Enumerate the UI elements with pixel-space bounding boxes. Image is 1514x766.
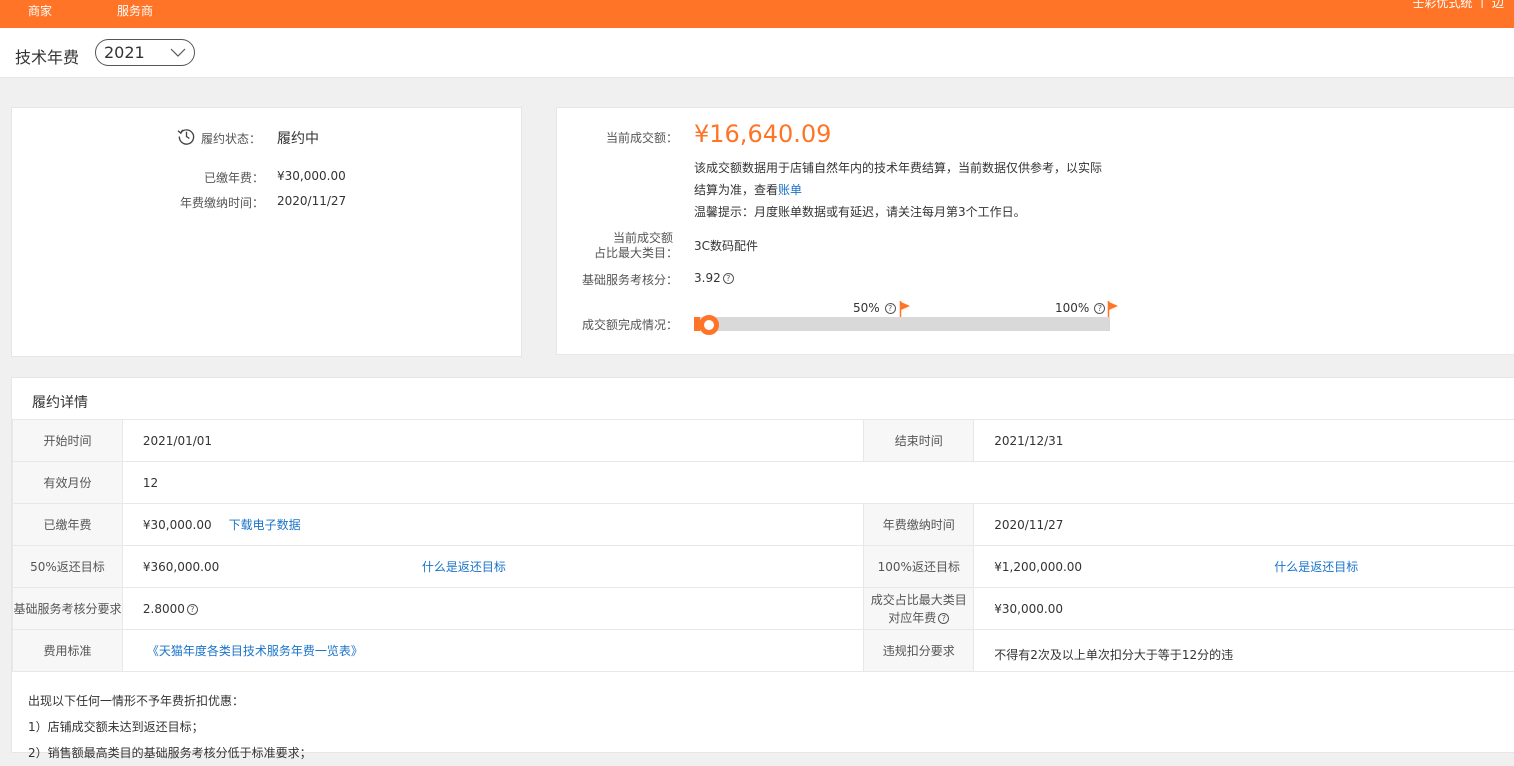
notes-item: 2）销售额最高类目的基础服务考核分低于标准要求； [28,740,312,766]
valid-months-value: 12 [122,462,1514,504]
violation-key: 违规扣分要求 [864,630,974,672]
category-fee-key-line2: 对应年费? [864,609,973,627]
what-is-target-link[interactable]: 什么是返还目标 [422,560,506,574]
table-row: 费用标准 《天猫年度各类目技术服务年费一览表》 违规扣分要求 不得有2次及以上单… [13,630,1514,672]
start-time-key: 开始时间 [13,420,123,462]
valid-months-key: 有效月份 [13,462,123,504]
amount-value: ¥16,640.09 [694,120,831,148]
category-fee-value: ¥30,000.00 [974,588,1514,630]
year-select[interactable]: 2021 [95,39,195,66]
pay-date-value: 2020/11/27 [277,194,346,208]
progress-handle [699,315,719,335]
category-fee-key-text: 对应年费 [888,611,936,625]
table-row: 已缴年费 ¥30,000.00 下载电子数据 年费缴纳时间 2020/11/27 [13,504,1514,546]
flag-100-icon [1107,301,1119,317]
violation-value: 不得有2次及以上单次扣分大于等于12分的违规 [994,645,1234,665]
status-card: 履约状态： 履约中 已缴年费： ¥30,000.00 年费缴纳时间： 2020/… [11,107,522,357]
category-fee-key: 成交占比最大类目对应年费? [864,588,974,630]
pay-date-key: 年费缴纳时间 [864,504,974,546]
help-icon[interactable]: ? [885,303,896,314]
year-select-value: 2021 [104,43,145,62]
what-is-target-link[interactable]: 什么是返还目标 [1274,560,1358,574]
table-row: 基础服务考核分要求 2.8000? 成交占比最大类目对应年费? ¥30,000.… [13,588,1514,630]
amount-desc-tip: 温馨提示：月度账单数据或有延迟，请关注每月第3个工作日。 [694,203,1026,220]
top-nav-bar: 商家 服务商 壬彩优式统 丨 边 [0,0,1514,28]
amount-desc-prefix: 结算为准，查看 [694,183,778,197]
target-100-cell: ¥1,200,000.00什么是返还目标 [974,546,1514,588]
detail-table: 开始时间 2021/01/01 结束时间 2021/12/31 有效月份 12 … [12,419,1514,672]
category-label-line2: 占比最大类目： [557,244,678,261]
top-right-links[interactable]: 壬彩优式统 丨 边 [1412,0,1504,11]
category-fee-key-line1: 成交占比最大类目 [864,591,973,609]
paid-fee-key: 已缴年费 [13,504,123,546]
download-data-link[interactable]: 下载电子数据 [229,518,301,532]
score-number: 3.92 [694,271,721,285]
table-row: 有效月份 12 [13,462,1514,504]
progress-track [694,317,1110,331]
paid-fee-value: ¥30,000.00 [277,169,346,183]
table-row: 50%返还目标 ¥360,000.00什么是返还目标 100%返还目标 ¥1,2… [13,546,1514,588]
fee-standard-key: 费用标准 [13,630,123,672]
notes-item: 1）店铺成交额未达到返还目标； [28,714,312,740]
amount-label: 当前成交额： [557,129,678,146]
score-req-key: 基础服务考核分要求 [13,588,123,630]
score-label: 基础服务考核分： [557,271,678,288]
violation-cell: 不得有2次及以上单次扣分大于等于12分的违规 [974,630,1514,672]
help-icon[interactable]: ? [723,273,734,284]
tab-merchant[interactable]: 商家 [28,2,52,19]
pay-date-label: 年费缴纳时间： [112,194,264,211]
detail-title: 履约详情 [32,392,88,412]
page-header: 技术年费 2021 [0,28,1514,78]
deal-card: 当前成交额： ¥16,640.09 该成交额数据用于店铺自然年内的技术年费结算，… [556,107,1514,355]
help-icon[interactable]: ? [1094,303,1105,314]
fee-standard-cell: 《天猫年度各类目技术服务年费一览表》 [122,630,863,672]
progress-label: 成交额完成情况： [557,316,678,333]
end-time-value: 2021/12/31 [974,420,1514,462]
fee-standard-link[interactable]: 《天猫年度各类目技术服务年费一览表》 [147,644,363,658]
chevron-down-icon [170,44,186,60]
flag-50-icon [899,301,911,317]
end-time-key: 结束时间 [864,420,974,462]
page-title: 技术年费 [15,44,79,68]
target-50-value: ¥360,000.00 [143,560,422,574]
category-value: 3C数码配件 [694,237,758,254]
status-label: 履约状态： [201,130,271,147]
history-clock-icon [177,127,196,146]
help-icon[interactable]: ? [938,613,949,624]
paid-fee-label: 已缴年费： [112,169,264,186]
status-value: 履约中 [277,128,319,148]
score-req-cell: 2.8000? [122,588,863,630]
bill-link[interactable]: 账单 [778,183,802,197]
target-100-key: 100%返还目标 [864,546,974,588]
detail-section: 履约详情 开始时间 2021/01/01 结束时间 2021/12/31 有效月… [11,377,1514,753]
amount-desc-line1: 该成交额数据用于店铺自然年内的技术年费结算，当前数据仅供参考，以实际 [694,159,1102,176]
help-icon[interactable]: ? [187,604,198,615]
marker-100-text: 100% [1055,301,1089,315]
start-time-value: 2021/01/01 [122,420,863,462]
tab-service-provider[interactable]: 服务商 [117,2,153,19]
paid-fee-amount: ¥30,000.00 [143,518,212,532]
marker-50-text: 50% [853,301,880,315]
target-100-value: ¥1,200,000.00 [994,560,1274,574]
discount-notes: 出现以下任何一情形不予年费折扣优惠： 1）店铺成交额未达到返还目标； 2）销售额… [28,688,312,766]
target-50-cell: ¥360,000.00什么是返还目标 [122,546,863,588]
table-row: 开始时间 2021/01/01 结束时间 2021/12/31 [13,420,1514,462]
score-req-value: 2.8000 [143,602,185,616]
paid-fee-cell: ¥30,000.00 下载电子数据 [122,504,863,546]
target-50-key: 50%返还目标 [13,546,123,588]
notes-intro: 出现以下任何一情形不予年费折扣优惠： [28,688,312,714]
marker-100-label: 100%? [1055,301,1105,315]
score-value: 3.92? [694,271,734,285]
marker-50-label: 50%? [853,301,896,315]
pay-date-cell: 2020/11/27 [974,504,1514,546]
amount-desc-line2: 结算为准，查看账单 [694,181,802,198]
